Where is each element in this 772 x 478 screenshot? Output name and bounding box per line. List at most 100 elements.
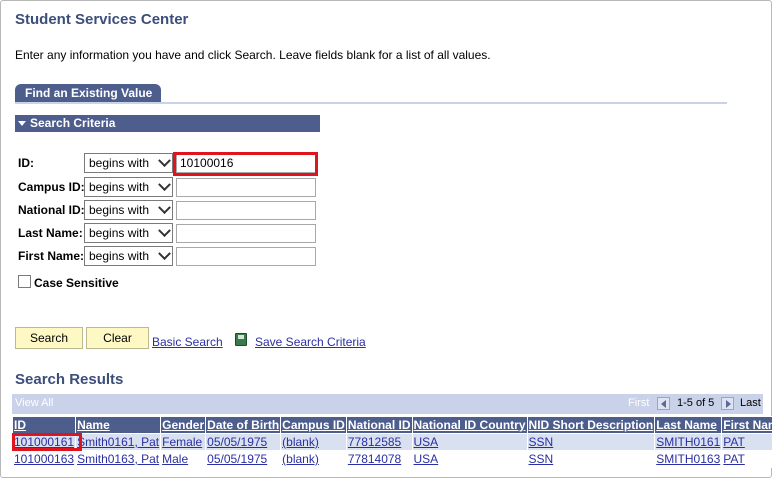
col-header-dob[interactable]: Date of Birth [205,416,282,434]
cell-nid-short-desc[interactable]: SSN [526,433,656,451]
cell-campus-id[interactable]: (blank) [280,433,347,451]
case-sensitive-checkbox[interactable] [18,275,31,288]
tab-find-existing-value[interactable]: Find an Existing Value [15,84,161,103]
col-header-name[interactable]: Name [75,416,162,434]
cell-dob[interactable]: 05/05/1975 [205,450,282,468]
table-row[interactable]: 101000163 Smith0163, Pat Male 05/05/1975… [11,450,772,468]
col-header-campus-id[interactable]: Campus ID [280,416,347,434]
last-name-link[interactable]: SMITH0163 [656,452,720,466]
search-criteria-header[interactable]: Search Criteria [15,115,320,132]
cell-nid-country[interactable]: USA [411,433,528,451]
cell-gender[interactable]: Male [160,450,207,468]
name-link[interactable]: Smith0161, Pat [77,435,159,449]
cell-national-id[interactable]: 77814078 [345,450,413,468]
national-id-operator-select[interactable]: begins with [84,200,173,220]
col-header-label: Date of Birth [207,418,280,432]
chevron-down-icon [158,247,171,261]
name-link[interactable]: Smith0163, Pat [77,452,159,466]
search-results-title: Search Results [15,371,124,388]
national-id-link[interactable]: 77812585 [348,435,401,449]
cell-name[interactable]: Smith0161, Pat [75,433,162,451]
national-id-link[interactable]: 77814078 [348,452,401,466]
gender-link[interactable]: Female [162,435,202,449]
first-name-input[interactable] [176,247,316,266]
cell-last-name[interactable]: SMITH0161 [654,433,723,451]
last-name-operator-select[interactable]: begins with [84,223,173,243]
national-id-label: National ID: [18,203,85,217]
col-header-first-name[interactable]: First Name [721,416,772,434]
nid-country-link[interactable]: USA [414,435,439,449]
cell-national-id[interactable]: 77812585 [345,433,413,451]
nid-short-desc-link[interactable]: SSN [529,435,554,449]
id-label: ID: [18,156,34,170]
national-id-operator-value: begins with [89,203,150,217]
campus-id-link[interactable]: (blank) [282,452,319,466]
cell-first-name[interactable]: PAT [721,450,772,468]
case-sensitive-label: Case Sensitive [34,276,119,290]
chevron-down-icon [158,178,171,192]
table-row[interactable]: 101000161 Smith0161, Pat Female 05/05/19… [11,433,772,451]
search-criteria-label: Search Criteria [30,116,116,130]
search-button[interactable]: Search [15,327,83,349]
col-header-label: National ID [347,418,411,432]
cell-nid-short-desc[interactable]: SSN [526,450,656,468]
basic-search-link[interactable]: Basic Search [152,335,223,349]
first-link[interactable]: First [628,397,649,409]
col-header-label: Campus ID [282,418,345,432]
first-name-link[interactable]: PAT [723,435,745,449]
cell-gender[interactable]: Female [160,433,207,451]
first-name-link[interactable]: PAT [723,452,745,466]
dob-link[interactable]: 05/05/1975 [207,435,267,449]
page-title: Student Services Center [15,11,189,28]
triangle-down-icon [18,120,26,126]
chevron-down-icon [158,201,171,215]
col-header-nid-country[interactable]: National ID Country [411,416,528,434]
save-criteria-icon[interactable] [235,333,247,346]
col-header-label: Name [77,418,110,432]
prev-arrow-icon[interactable] [657,397,670,410]
last-name-input[interactable] [176,224,316,243]
campus-id-link[interactable]: (blank) [282,435,319,449]
last-name-operator-value: begins with [89,226,150,240]
view-all-link[interactable]: View All [15,397,53,409]
cell-name[interactable]: Smith0163, Pat [75,450,162,468]
cell-id[interactable]: 101000163 [11,450,77,468]
save-search-criteria-link[interactable]: Save Search Criteria [255,335,366,349]
first-name-label: First Name: [18,249,85,263]
nid-short-desc-link[interactable]: SSN [529,452,554,466]
first-name-operator-select[interactable]: begins with [84,246,173,266]
nid-country-link[interactable]: USA [414,452,439,466]
cell-nid-country[interactable]: USA [411,450,528,468]
id-operator-select[interactable]: begins with [84,153,173,173]
national-id-input[interactable] [176,201,316,220]
last-link[interactable]: Last [740,397,761,409]
results-count: 1-5 of 5 [677,397,715,409]
first-name-operator-value: begins with [89,249,150,263]
cell-dob[interactable]: 05/05/1975 [205,433,282,451]
col-header-label: ID [14,418,26,432]
gender-link[interactable]: Male [162,452,188,466]
col-header-gender[interactable]: Gender [160,416,207,434]
campus-id-operator-select[interactable]: begins with [84,177,173,197]
next-arrow-icon[interactable] [721,397,734,410]
col-header-label: Last Name [656,418,717,432]
col-header-nid-short-desc[interactable]: NID Short Description [526,416,656,434]
results-header-row: ID Name Gender Date of Birth Campus ID N… [11,416,772,434]
campus-id-input[interactable] [176,178,316,197]
col-header-label: National ID Country [413,418,526,432]
id-link[interactable]: 101000163 [14,452,74,466]
col-header-national-id[interactable]: National ID [345,416,413,434]
cell-campus-id[interactable]: (blank) [280,450,347,468]
cell-first-name[interactable]: PAT [721,433,772,451]
id-input-highlight [173,152,318,176]
col-header-last-name[interactable]: Last Name [654,416,723,434]
col-header-id[interactable]: ID [11,416,77,434]
dob-link[interactable]: 05/05/1975 [207,452,267,466]
campus-id-label: Campus ID: [18,180,85,194]
clear-button[interactable]: Clear [86,327,149,349]
last-name-link[interactable]: SMITH0161 [656,435,720,449]
cell-last-name[interactable]: SMITH0163 [654,450,723,468]
campus-id-operator-value: begins with [89,180,150,194]
col-header-label: NID Short Description [528,418,654,432]
results-table: ID Name Gender Date of Birth Campus ID N… [11,416,772,468]
